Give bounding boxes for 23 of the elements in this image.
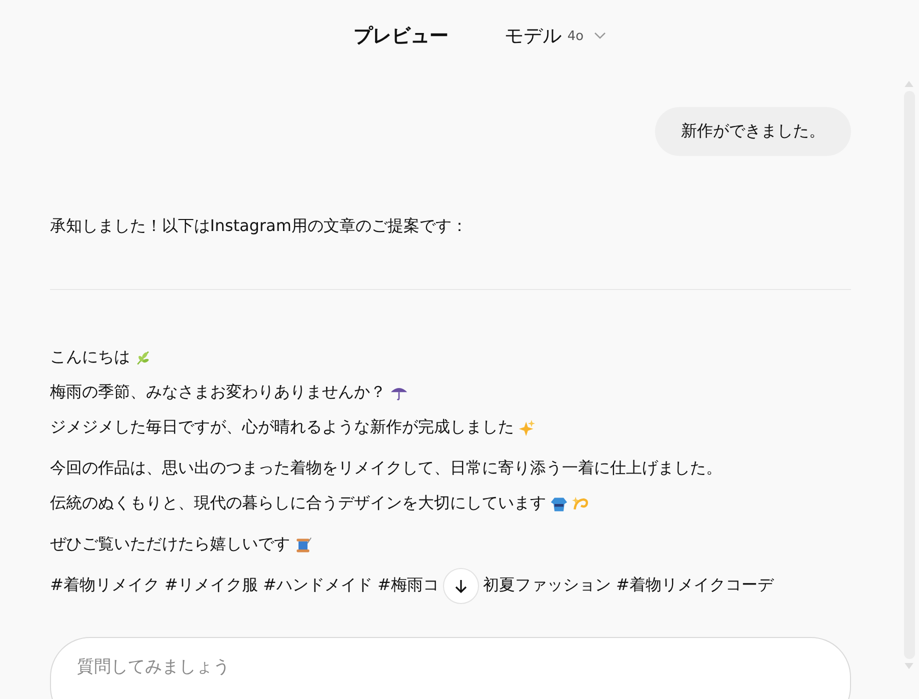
scroll-up-icon[interactable] [904,80,914,87]
preview-title: プレビュー [353,24,448,49]
leaf-icon [134,348,152,366]
question-input[interactable]: 質問してみましょう [50,637,851,699]
chevron-down-icon [594,32,606,40]
post-text: ぜひご覧いただけたら嬉しいです [50,534,290,555]
post-text: ジメジメした毎日ですが、心が晴れるような新作が完成しました [50,417,514,438]
post-text: こんにちは [50,347,130,368]
kimono-icon [550,494,568,512]
arrow-down-icon [452,578,469,594]
hashtags: 初夏ファッション #着物リメイクコーデ [482,575,774,596]
post-text: 今回の作品は、思い出のつまった着物をリメイクして、日常に寄り添う一着に仕上げました。 [50,458,722,479]
post-text: 梅雨の季節、みなさまお変わりありませんか？ [50,382,386,403]
assistant-message: 承知しました！以下はInstagram用の文章のご提案です： [50,216,468,237]
hashtags: #着物リメイク #リメイク服 #ハンドメイド #梅雨コ [50,575,439,596]
sparkle-icon [518,418,536,436]
dizzy-icon [572,494,590,512]
scroll-down-icon[interactable] [904,663,914,670]
model-selector[interactable]: モデル 4o [504,23,606,49]
user-message: 新作ができました。 [655,107,851,156]
spool-icon [294,536,312,554]
post-text: 伝統のぬくもりと、現代の暮らしに合うデザインを大切にしています [50,493,546,514]
scroll-down-button[interactable] [442,568,479,604]
